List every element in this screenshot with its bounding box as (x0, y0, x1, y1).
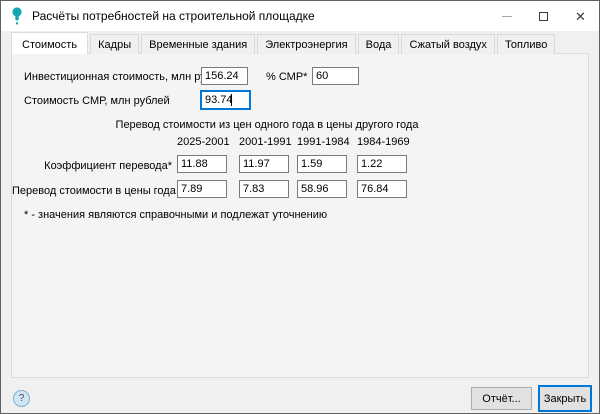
converted-cost-input-1[interactable] (177, 180, 227, 198)
smr-cost-label: Стоимость СМР, млн рублей (24, 95, 170, 107)
window-title: Расчёты потребностей на строительной пло… (32, 9, 315, 23)
smr-percent-label: % СМР* (266, 71, 308, 83)
text-caret (231, 94, 232, 106)
cost-tab-page: Инвестиционная стоимость, млн рублей % С… (11, 53, 589, 378)
app-pin-icon (12, 7, 22, 25)
minimize-icon (501, 15, 512, 17)
converted-cost-input-2[interactable] (239, 180, 289, 198)
tab-water[interactable]: Вода (357, 34, 400, 54)
period-header-2: 2001-1991 (239, 136, 292, 148)
title-bar: Расчёты потребностей на строительной пло… (1, 1, 599, 31)
tab-temporary-buildings[interactable]: Временные здания (141, 34, 256, 54)
conversion-coefficient-label: Коэффициент перевода* (44, 160, 172, 172)
report-button[interactable]: Отчёт... (471, 387, 532, 410)
tab-cost[interactable]: Стоимость (11, 32, 89, 54)
close-icon: ✕ (575, 8, 586, 24)
period-header-3: 1991-1984 (297, 136, 350, 148)
close-button[interactable]: ✕ (562, 1, 599, 31)
period-header-4: 1984-1969 (357, 136, 410, 148)
dialog-window: Расчёты потребностей на строительной пло… (0, 0, 600, 414)
smr-cost-field-wrap (200, 90, 251, 110)
smr-percent-input[interactable] (312, 67, 359, 85)
tab-compressed-air[interactable]: Сжатый воздух (401, 34, 495, 54)
tab-electricity[interactable]: Электроэнергия (257, 34, 356, 54)
help-button[interactable]: ? (13, 390, 30, 407)
coefficient-input-4[interactable] (357, 155, 407, 173)
window-controls: ✕ (488, 1, 599, 31)
smr-cost-input[interactable] (200, 90, 251, 110)
reference-footnote: * - значения являются справочными и подл… (24, 209, 328, 221)
coefficient-input-3[interactable] (297, 155, 347, 173)
period-header-1: 2025-2001 (177, 136, 230, 148)
help-icon: ? (18, 393, 25, 404)
maximize-button[interactable] (525, 1, 562, 31)
tab-fuel[interactable]: Топливо (497, 34, 556, 54)
minimize-button[interactable] (488, 1, 525, 31)
converted-cost-input-4[interactable] (357, 180, 407, 198)
coefficient-input-2[interactable] (239, 155, 289, 173)
converted-cost-input-3[interactable] (297, 180, 347, 198)
conversion-section-title: Перевод стоимости из цен одного года в ц… (115, 119, 419, 131)
tab-personnel[interactable]: Кадры (90, 34, 140, 54)
maximize-icon (539, 11, 548, 21)
tab-strip: Стоимость Кадры Временные здания Электро… (11, 32, 556, 54)
investment-cost-input[interactable] (201, 67, 248, 85)
converted-cost-label: Перевод стоимости в цены года (12, 185, 176, 197)
investment-cost-label: Инвестиционная стоимость, млн рублей (24, 71, 231, 83)
coefficient-input-1[interactable] (177, 155, 227, 173)
close-dialog-button[interactable]: Закрыть (538, 385, 592, 412)
